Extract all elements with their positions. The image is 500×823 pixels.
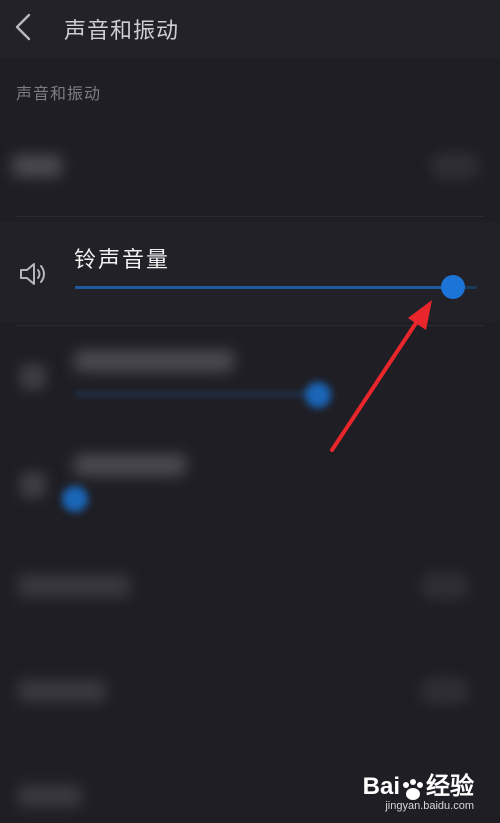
watermark-brand-right: 经验: [426, 773, 474, 800]
chevron-left-icon[interactable]: [12, 12, 36, 42]
blurred-label: [18, 680, 106, 702]
page-title: 声音和振动: [64, 19, 180, 44]
blurred-slider-thumb[interactable]: [62, 486, 88, 512]
blurred-label: [12, 155, 62, 177]
blurred-label: [74, 454, 186, 476]
blurred-label: [18, 785, 82, 807]
watermark-brand-left: Bai: [362, 773, 400, 800]
ringtone-volume-label: 铃声音量: [74, 248, 171, 273]
blurred-label: [74, 350, 234, 372]
blurred-volume-row-1: [0, 330, 500, 430]
blurred-list-row-1[interactable]: [0, 545, 500, 625]
slider-fill: [75, 286, 453, 289]
blurred-label: [18, 575, 130, 597]
blurred-row-1[interactable]: [0, 122, 500, 210]
top-bar: 声音和振动: [0, 0, 500, 58]
blurred-slider[interactable]: [75, 392, 325, 396]
blurred-volume-row-2: [0, 440, 500, 530]
blurred-slider-thumb[interactable]: [305, 382, 331, 408]
ringtone-volume-row: 铃声音量: [0, 222, 500, 322]
blurred-toggle[interactable]: [420, 572, 470, 600]
blurred-list-row-2[interactable]: [0, 650, 500, 730]
blurred-toggle[interactable]: [430, 152, 480, 180]
section-header: 声音和振动: [16, 84, 102, 103]
speaker-icon: [20, 263, 45, 285]
divider: [16, 216, 484, 217]
slider-thumb[interactable]: [441, 275, 465, 299]
baidu-watermark: Bai 经验 jingyan.baidu.com: [363, 766, 474, 812]
divider: [16, 325, 484, 326]
blurred-toggle[interactable]: [420, 677, 470, 705]
blurred-icon: [20, 472, 46, 498]
paw-icon: [403, 778, 423, 800]
blurred-icon: [20, 364, 46, 390]
ringtone-volume-slider[interactable]: [75, 275, 477, 299]
